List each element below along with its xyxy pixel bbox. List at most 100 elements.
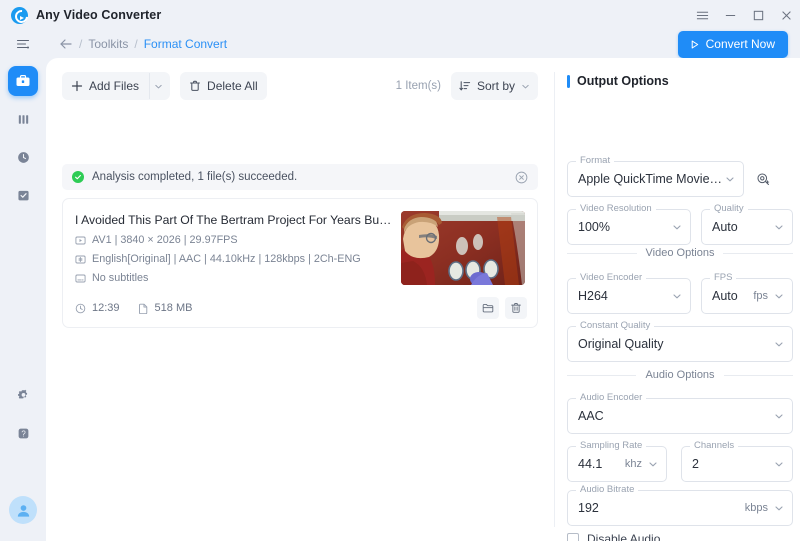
breadcrumb-separator-1: /	[79, 37, 83, 51]
channels-value: 2	[692, 457, 699, 471]
output-options-title: Output Options	[577, 74, 669, 88]
video-encoder-label: Video Encoder	[576, 272, 647, 283]
disable-audio-label: Disable Audio	[587, 532, 661, 541]
audio-encoder-select[interactable]: Audio Encoder AAC	[567, 392, 793, 434]
file-duration: 12:39	[75, 302, 120, 314]
constant-quality-select[interactable]: Constant Quality Original Quality	[567, 320, 793, 362]
file-audio-row: English[Original] | AAC | 44.10kHz | 128…	[75, 253, 393, 265]
file-subtitle-info: No subtitles	[92, 272, 149, 284]
left-sidebar: ?	[0, 58, 46, 541]
sidebar-item-toolkits[interactable]	[8, 66, 38, 96]
open-folder-button[interactable]	[477, 297, 499, 319]
fps-value[interactable]: Auto	[712, 289, 747, 303]
sidebar-toggle-icon[interactable]	[13, 34, 33, 54]
sidebar-item-tasks[interactable]	[8, 180, 38, 210]
app-logo-icon	[11, 6, 28, 24]
header-accent-bar	[567, 74, 570, 88]
audio-bitrate-unit: kbps	[744, 502, 768, 514]
clock-icon	[16, 150, 31, 165]
breadcrumb-separator-2: /	[134, 37, 138, 51]
sidebar-item-help[interactable]: ?	[8, 418, 38, 448]
video-encoder-select[interactable]: Video Encoder H264	[567, 272, 691, 314]
quality-select[interactable]: Quality Auto	[701, 203, 793, 245]
gear-icon	[16, 388, 31, 403]
audio-options-section: Audio Options	[567, 369, 794, 381]
sidebar-item-library[interactable]	[8, 104, 38, 134]
sort-by-button[interactable]: Sort by	[450, 72, 538, 100]
zoom-plus-icon	[756, 172, 771, 187]
add-files-button[interactable]: Add Files	[62, 72, 171, 100]
sampling-rate-value[interactable]: 44.1	[578, 457, 619, 471]
channels-select[interactable]: Channels 2	[681, 440, 793, 482]
title-bar: Any Video Converter	[0, 0, 800, 30]
sidebar-item-history[interactable]	[8, 142, 38, 172]
file-size: 518 MB	[138, 302, 193, 314]
audio-track-icon	[75, 254, 86, 265]
delete-all-button[interactable]: Delete All	[180, 72, 267, 100]
app-window: Any Video Converter / Toolkits / Format …	[0, 0, 800, 541]
sort-by-label: Sort by	[476, 79, 515, 93]
minimize-icon[interactable]	[716, 0, 744, 30]
fps-label: FPS	[710, 272, 737, 283]
add-files-dropdown-icon[interactable]	[149, 73, 166, 99]
audio-bitrate-label: Audio Bitrate	[576, 484, 639, 495]
disable-audio-checkbox[interactable]	[567, 533, 579, 541]
file-video-row: AV1 | 3840 × 2026 | 29.97FPS	[75, 234, 393, 246]
file-item-card[interactable]: I Avoided This Part Of The Bertram Proje…	[62, 198, 538, 328]
file-item-main: I Avoided This Part Of The Bertram Proje…	[63, 199, 537, 289]
audio-bitrate-value[interactable]: 192	[578, 501, 739, 515]
sampling-rate-field[interactable]: Sampling Rate 44.1 khz	[567, 440, 667, 482]
file-size-label: 518 MB	[154, 302, 193, 314]
delete-file-button[interactable]	[505, 297, 527, 319]
format-label: Format	[576, 155, 615, 166]
hamburger-icon[interactable]	[688, 0, 716, 30]
convert-now-button[interactable]: Convert Now	[677, 30, 788, 58]
fps-chevron-down-icon	[774, 291, 784, 301]
quality-chevron-down-icon	[774, 222, 784, 232]
format-select[interactable]: Format Apple QuickTime Movie("…	[567, 155, 744, 197]
file-video-info: AV1 | 3840 × 2026 | 29.97FPS	[92, 234, 238, 246]
video-track-icon	[75, 235, 86, 246]
channels-chevron-down-icon	[774, 459, 784, 469]
trash-icon	[510, 302, 522, 314]
video-options-label: Video Options	[645, 247, 715, 259]
audio-section-line-left	[567, 374, 637, 376]
main-content-card: Add Files Delete All 1 Item(s) Sort by A…	[46, 58, 800, 541]
format-preview-button[interactable]	[751, 167, 775, 191]
app-title: Any Video Converter	[36, 8, 162, 22]
question-icon: ?	[16, 426, 31, 441]
maximize-icon[interactable]	[744, 0, 772, 30]
format-value: Apple QuickTime Movie("…	[578, 172, 725, 186]
breadcrumb-bar: / Toolkits / Format Convert Convert Now	[0, 30, 800, 58]
user-avatar-icon	[15, 502, 32, 519]
close-circle-icon[interactable]	[515, 171, 528, 184]
window-controls	[688, 0, 800, 30]
output-options-pane: Output Options Format Apple QuickTime Mo…	[555, 58, 800, 541]
quality-label: Quality	[710, 203, 748, 214]
analysis-status-bar: Analysis completed, 1 file(s) succeeded.	[62, 164, 538, 190]
sampling-rate-chevron-down-icon	[648, 459, 658, 469]
section-line-right	[723, 252, 793, 254]
file-audio-info: English[Original] | AAC | 44.10kHz | 128…	[92, 253, 361, 265]
video-resolution-value: 100%	[578, 220, 610, 234]
fps-field[interactable]: FPS Auto fps	[701, 272, 793, 314]
close-icon[interactable]	[772, 0, 800, 30]
breadcrumb-current[interactable]: Format Convert	[144, 37, 227, 51]
user-avatar[interactable]	[9, 496, 37, 524]
file-item-info: I Avoided This Part Of The Bertram Proje…	[75, 211, 393, 289]
disable-audio-checkbox-row[interactable]: Disable Audio	[567, 532, 660, 541]
file-thumbnail	[401, 211, 525, 285]
back-arrow-icon[interactable]	[59, 37, 73, 51]
toolbox-icon	[15, 73, 31, 89]
sidebar-item-settings[interactable]	[8, 380, 38, 410]
trash-icon	[189, 80, 201, 92]
audio-bitrate-field[interactable]: Audio Bitrate 192 kbps	[567, 484, 793, 526]
sort-icon	[459, 80, 471, 92]
file-icon	[138, 303, 149, 314]
file-item-footer: 12:39 518 MB	[63, 289, 537, 327]
video-resolution-select[interactable]: Video Resolution 100%	[567, 203, 691, 245]
sort-by-chevron-down-icon	[521, 82, 530, 91]
columns-icon	[16, 112, 31, 127]
breadcrumb-root[interactable]: Toolkits	[88, 37, 128, 51]
channels-label: Channels	[690, 440, 739, 451]
